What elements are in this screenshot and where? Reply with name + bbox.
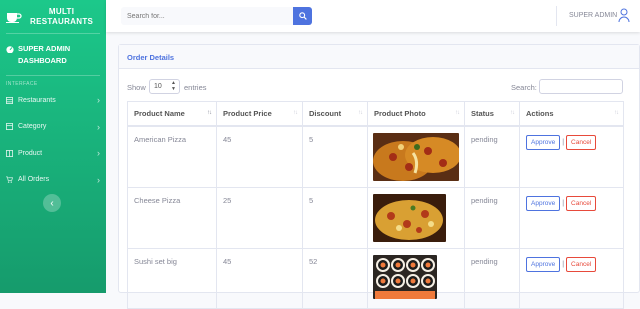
discount-cell: 5: [302, 125, 368, 188]
action-separator: |: [562, 138, 565, 146]
product-name-cell: Sushi set big: [127, 247, 217, 309]
column-header-actions[interactable]: Actions ↑↓: [519, 101, 624, 127]
cart-icon: [6, 176, 13, 184]
header-label: Actions: [526, 108, 554, 118]
brand-name: MULTI RESTAURANTS: [30, 7, 93, 27]
table-search-input[interactable]: [539, 79, 623, 94]
entries-length-value: 10: [154, 83, 162, 90]
header-label: Product Name: [134, 108, 185, 118]
actions-cell: Approve | Cancel: [519, 247, 624, 309]
product-price-cell: 45: [216, 125, 303, 188]
search-icon: [298, 12, 307, 20]
sidebar: MULTI RESTAURANTS SUPER ADMIN DASHBOARD …: [0, 0, 106, 293]
card-title: Order Details: [119, 45, 639, 69]
cancel-button[interactable]: Cancel: [566, 134, 597, 150]
cancel-button[interactable]: Cancel: [566, 256, 597, 272]
action-separator: |: [562, 260, 565, 268]
entries-length-select[interactable]: 10 ▲ ▼: [149, 79, 180, 94]
sidebar-item-product[interactable]: Product ›: [0, 140, 106, 167]
dashboard-label-line-2: DASHBOARD: [18, 56, 67, 65]
sort-icon: ↑↓: [455, 110, 460, 116]
sort-icon: ↑↓: [293, 110, 298, 116]
column-header-discount[interactable]: Discount ↑↓: [302, 101, 368, 127]
table-icon: [6, 96, 13, 104]
actions-cell: Approve | Cancel: [519, 125, 624, 188]
column-header-status[interactable]: Status ↑↓: [464, 101, 520, 127]
status-cell: pending: [464, 247, 520, 309]
table-row: Sushi set big 45 52 pending Approve | Ca…: [127, 247, 624, 309]
dashboard-label-line-1: SUPER ADMIN: [18, 44, 71, 53]
actions-cell: Approve | Cancel: [519, 186, 624, 249]
sidebar-item-dashboard[interactable]: SUPER ADMIN DASHBOARD: [0, 34, 106, 75]
cheese-pizza-photo: [373, 193, 446, 242]
approve-button[interactable]: Approve: [526, 256, 561, 272]
brand[interactable]: MULTI RESTAURANTS: [0, 0, 106, 33]
brand-line-1: MULTI: [48, 6, 75, 16]
box-icon: [6, 149, 13, 157]
sort-icon: ↑↓: [510, 110, 515, 116]
header-label: Product Price: [223, 108, 272, 118]
header-label: Product Photo: [374, 108, 426, 118]
product-photo-cell: [367, 125, 465, 188]
table-row: American Pizza 45 5 pending Approve | Ca…: [127, 125, 624, 188]
status-cell: pending: [464, 186, 520, 249]
product-price-cell: 45: [216, 247, 303, 309]
search-button[interactable]: [293, 7, 312, 25]
sidebar-heading: INTERFACE: [6, 81, 38, 87]
header-label: Status: [471, 108, 494, 118]
sidebar-item-restaurants[interactable]: Restaurants ›: [0, 87, 106, 114]
order-details-card: Order Details Show 10 ▲ ▼ entries Search:…: [118, 44, 640, 309]
select-arrows-icon: ▲ ▼: [171, 80, 176, 92]
product-photo-cell: [367, 186, 465, 249]
chevron-right-icon: ›: [97, 148, 100, 159]
show-label: Show: [127, 83, 146, 92]
column-header-product-price[interactable]: Product Price ↑↓: [216, 101, 303, 127]
status-cell: pending: [464, 125, 520, 188]
topbar-divider: [556, 6, 557, 26]
sushi-set-photo: [373, 254, 437, 299]
sidebar-item-label: Product: [18, 149, 43, 157]
action-separator: |: [562, 199, 565, 207]
discount-cell: 52: [302, 247, 368, 309]
header-label: Discount: [309, 108, 342, 118]
sidebar-item-label: Category: [18, 123, 47, 131]
sidebar-item-label: All Orders: [18, 176, 50, 184]
dashboard-icon: [6, 46, 14, 53]
approve-button[interactable]: Approve: [526, 134, 561, 150]
orders-table: Product Name ↑↓ Product Price ↑↓ Discount ↑…: [127, 101, 624, 309]
approve-button[interactable]: Approve: [526, 195, 561, 211]
table-controls: Show 10 ▲ ▼ entries Search:: [127, 79, 639, 95]
sidebar-item-label: Restaurants: [18, 96, 56, 104]
column-header-product-photo[interactable]: Product Photo ↑↓: [367, 101, 465, 127]
user-name[interactable]: SUPER ADMIN: [569, 12, 617, 19]
american-pizza-photo: [373, 132, 459, 181]
table-row: Cheese Pizza 25 5 pending Approve | Cance: [127, 186, 624, 249]
product-price-cell: 25: [216, 186, 303, 249]
coffee-cup-icon: [6, 12, 22, 23]
cancel-button[interactable]: Cancel: [566, 195, 597, 211]
sidebar-item-category[interactable]: Category ›: [0, 114, 106, 141]
chevron-left-icon: ‹: [50, 197, 54, 209]
product-photo-cell: [367, 247, 465, 309]
discount-cell: 5: [302, 186, 368, 249]
table-header-row: Product Name ↑↓ Product Price ↑↓ Discount ↑…: [127, 101, 624, 127]
sort-icon: ↑↓: [614, 110, 619, 116]
user-avatar-icon[interactable]: [618, 8, 630, 23]
column-header-product-name[interactable]: Product Name ↑↓: [127, 101, 217, 127]
product-name-cell: American Pizza: [127, 125, 217, 188]
sort-icon: ↑↓: [207, 110, 212, 116]
topbar: SUPER ADMIN: [106, 0, 640, 32]
chevron-right-icon: ›: [97, 174, 100, 185]
sort-icon: ↑↓: [358, 110, 363, 116]
product-name-cell: Cheese Pizza: [127, 186, 217, 249]
entries-label: entries: [184, 83, 207, 92]
chevron-right-icon: ›: [97, 121, 100, 132]
table-search-label: Search:: [511, 83, 537, 92]
sidebar-item-all-orders[interactable]: All Orders ›: [0, 167, 106, 194]
folder-icon: [6, 123, 13, 131]
chevron-right-icon: ›: [97, 95, 100, 106]
sidebar-toggle-button[interactable]: ‹: [43, 194, 61, 212]
search-input[interactable]: [121, 7, 293, 25]
brand-line-2: RESTAURANTS: [30, 16, 94, 26]
